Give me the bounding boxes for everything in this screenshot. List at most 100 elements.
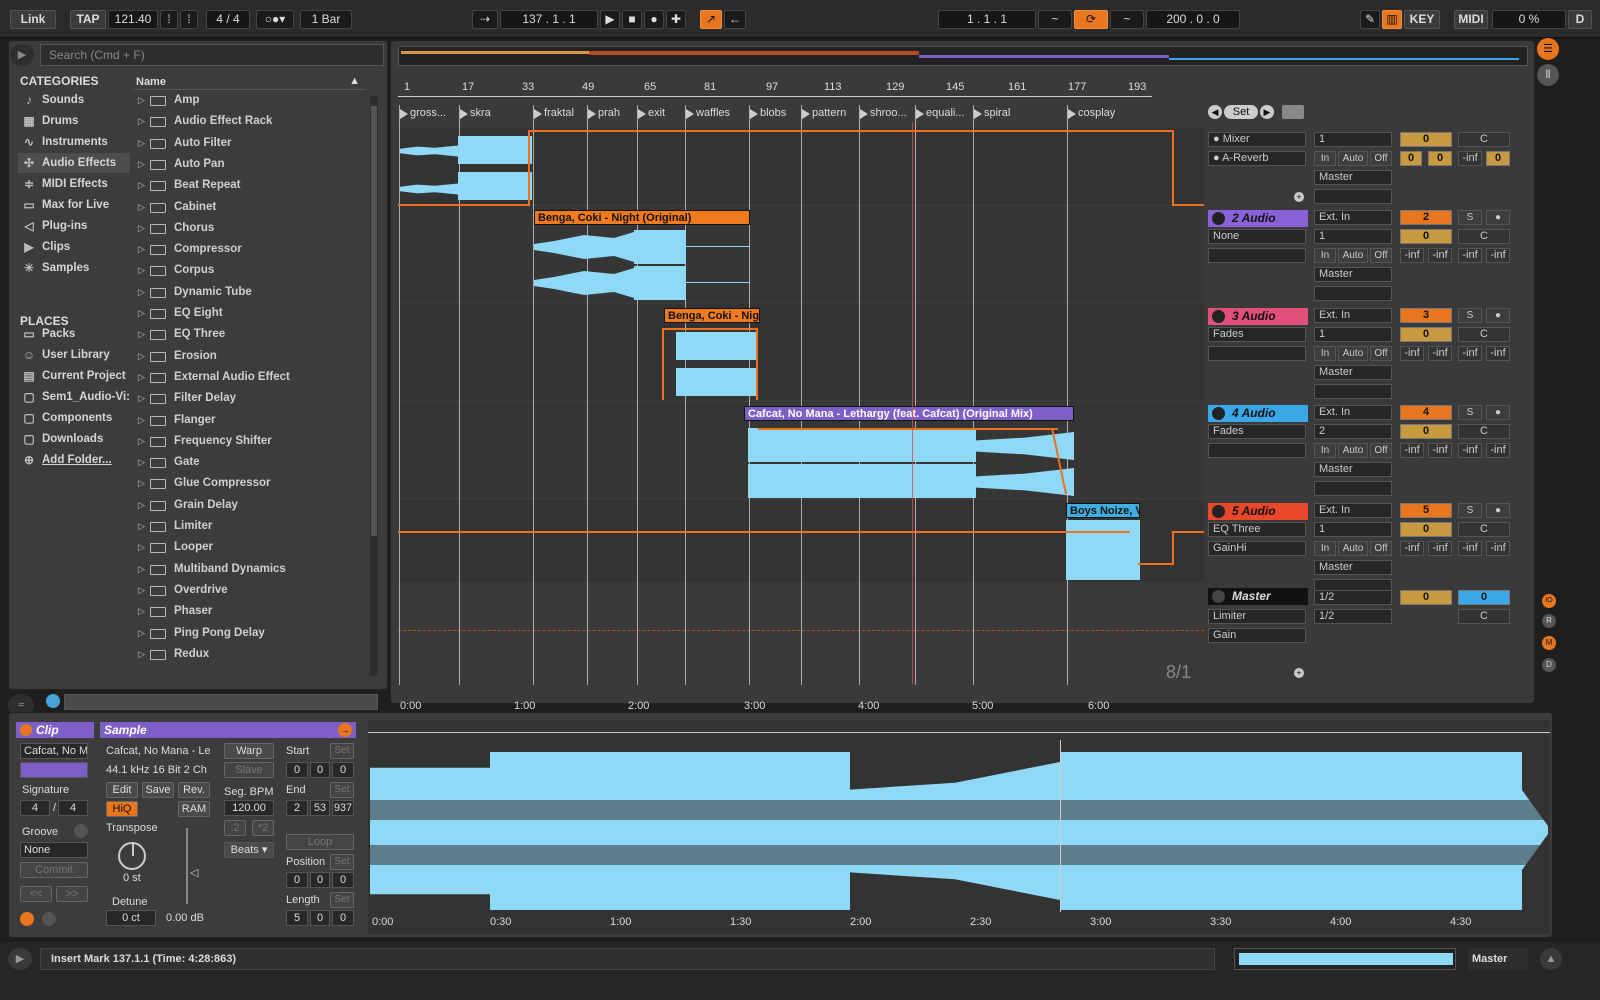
session-view-icon[interactable]: ⦀ xyxy=(1537,64,1559,86)
punch-out-icon[interactable]: ~ xyxy=(1110,10,1144,29)
browser-item[interactable]: ▷ EQ Three xyxy=(134,324,366,345)
preview-icon[interactable] xyxy=(46,694,60,708)
browser-item[interactable]: ▷ Glue Compressor xyxy=(134,473,366,494)
clip-overview[interactable] xyxy=(1234,948,1456,970)
browser-item[interactable]: ▷ EQ Eight xyxy=(134,303,366,324)
add-icon[interactable]: + xyxy=(1294,668,1304,678)
automation-line[interactable] xyxy=(1172,204,1204,206)
category-item[interactable]: ▦ Drums xyxy=(18,111,130,131)
solo-button[interactable]: S xyxy=(1458,405,1482,420)
clip-header[interactable]: Boys Noize, V xyxy=(1066,503,1140,518)
send-c[interactable]: -inf xyxy=(1458,443,1482,458)
category-item[interactable]: ✣ Audio Effects xyxy=(18,153,130,173)
draw-mode-icon[interactable]: ✎ xyxy=(1360,10,1380,29)
category-item[interactable]: ≑ MIDI Effects xyxy=(18,174,130,194)
locator[interactable]: spiral xyxy=(972,107,1010,121)
send-b[interactable]: -inf xyxy=(1428,248,1452,263)
monitor-off[interactable]: Off xyxy=(1370,541,1392,556)
browser-item[interactable]: ▷ Erosion xyxy=(134,346,366,367)
input-channel-select[interactable]: 1 xyxy=(1314,229,1392,244)
browser-item[interactable]: ▷ Compressor xyxy=(134,239,366,260)
expand-icon[interactable]: ▷ xyxy=(138,410,145,431)
seg-bpm-field[interactable]: 120.00 xyxy=(224,800,274,816)
send-d[interactable]: -inf xyxy=(1486,248,1510,263)
expand-icon[interactable]: ▷ xyxy=(138,197,145,218)
groove-select[interactable]: None xyxy=(20,842,88,858)
send-a[interactable]: -inf xyxy=(1400,443,1424,458)
computer-keyboard-icon[interactable]: ▥ xyxy=(1382,10,1402,29)
locator[interactable]: prah xyxy=(586,107,620,121)
send-a[interactable]: -inf xyxy=(1400,541,1424,556)
output-sub[interactable] xyxy=(1314,481,1392,496)
input-type-select[interactable]: Ext. In xyxy=(1314,210,1392,225)
clip-name-field[interactable]: Cafcat, No M xyxy=(20,743,88,759)
send-a[interactable]: 0 xyxy=(1400,151,1422,166)
browser-item[interactable]: ▷ External Audio Effect xyxy=(134,367,366,388)
browser-item[interactable]: ▷ Auto Pan xyxy=(134,154,366,175)
lock-icon[interactable] xyxy=(1282,105,1304,119)
detail-toggle-icon[interactable]: ▶ xyxy=(8,948,32,970)
track-header[interactable]: 3 Audio xyxy=(1208,308,1308,325)
automation-line[interactable] xyxy=(756,330,758,400)
expand-icon[interactable]: ▷ xyxy=(138,388,145,409)
double-tempo-icon[interactable]: *2 xyxy=(252,820,274,836)
monitor-off[interactable]: Off xyxy=(1370,151,1392,166)
prev-locator-icon[interactable]: ◀ xyxy=(1208,105,1222,119)
master-out[interactable]: 1/2 xyxy=(1314,609,1392,624)
preview-bar[interactable] xyxy=(64,694,378,710)
automation-line[interactable] xyxy=(662,330,664,400)
device-gain[interactable]: Gain xyxy=(1208,628,1306,643)
output-sub[interactable] xyxy=(1314,286,1392,301)
browser-item[interactable]: ▷ Filter Delay xyxy=(134,388,366,409)
signature-num[interactable]: 4 xyxy=(20,800,50,816)
master-volume[interactable]: 0 xyxy=(1458,590,1510,605)
output-select[interactable]: Master xyxy=(1314,267,1392,282)
set-locator-button[interactable]: Set xyxy=(1224,105,1258,119)
io-toggle-icon[interactable]: IO xyxy=(1542,594,1556,608)
browser-item[interactable]: ▷ Phaser xyxy=(134,601,366,622)
track-device-select[interactable]: Fades xyxy=(1208,424,1306,439)
input-channel[interactable]: 1 xyxy=(1314,132,1392,147)
track-pan[interactable]: C xyxy=(1458,424,1510,439)
time-signature[interactable]: 4 / 4 xyxy=(206,10,250,29)
send-b[interactable]: -inf xyxy=(1428,443,1452,458)
category-item[interactable]: ◁ Plug-ins xyxy=(18,216,130,236)
send-b[interactable]: -inf xyxy=(1428,346,1452,361)
master-cue-volume[interactable]: 0 xyxy=(1400,590,1452,605)
track-pan[interactable]: C xyxy=(1458,327,1510,342)
arrangement-position[interactable]: 137 . 1 . 1 xyxy=(500,10,598,29)
automation-line[interactable] xyxy=(1172,130,1174,206)
browser-item[interactable]: ▷ Looper xyxy=(134,537,366,558)
track-device-select[interactable]: Fades xyxy=(1208,327,1306,342)
automation-line[interactable] xyxy=(528,130,1174,132)
fold-icon[interactable] xyxy=(1212,505,1225,518)
solo-button[interactable]: S xyxy=(1458,210,1482,225)
hiq-button[interactable]: HiQ xyxy=(106,801,138,817)
locator[interactable]: blobs xyxy=(748,107,786,121)
place-item[interactable]: ▢ Downloads xyxy=(18,429,130,449)
arm-icon[interactable]: ● xyxy=(1486,503,1510,518)
locator[interactable]: cosplay xyxy=(1066,107,1115,121)
track-device-slot[interactable] xyxy=(1208,443,1306,458)
expand-icon[interactable]: ▷ xyxy=(138,644,145,665)
category-item[interactable]: ✳ Samples xyxy=(18,258,130,278)
groove-hot-swap-icon[interactable] xyxy=(74,824,88,838)
browser-item[interactable]: ▷ Audio Effect Rack xyxy=(134,111,366,132)
send-d[interactable]: -inf xyxy=(1486,346,1510,361)
sort-up-icon[interactable]: ▲ xyxy=(349,75,360,87)
loop-button[interactable]: Loop xyxy=(286,834,354,850)
browser-item[interactable]: ▷ Cabinet xyxy=(134,197,366,218)
back-to-arrangement-icon[interactable]: ← xyxy=(724,10,746,29)
edit-button[interactable]: Edit xyxy=(106,782,138,798)
input-channel-select[interactable]: 2 xyxy=(1314,424,1392,439)
automation-line[interactable] xyxy=(1138,563,1172,565)
expand-icon[interactable]: ▷ xyxy=(138,260,145,281)
place-item[interactable]: ▢ Components xyxy=(18,408,130,428)
sample-box-title[interactable]: Sample xyxy=(100,722,356,738)
browser-toggle-icon[interactable]: ▶ xyxy=(10,44,34,66)
cue-out[interactable]: 1/2 xyxy=(1314,590,1392,605)
fold-icon[interactable] xyxy=(1212,310,1225,323)
expand-icon[interactable]: ▷ xyxy=(138,239,145,260)
browser-item[interactable]: ▷ Chorus xyxy=(134,218,366,239)
sample-forward-icon[interactable]: → xyxy=(338,723,352,737)
